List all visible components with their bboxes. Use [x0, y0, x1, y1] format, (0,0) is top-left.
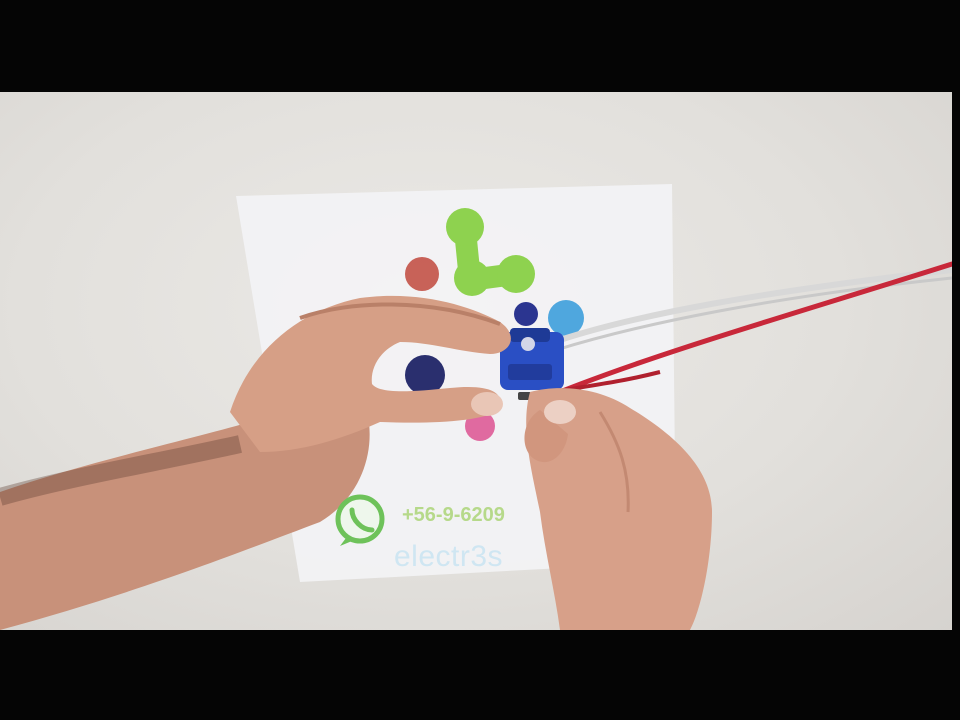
brand-text: electr3s	[394, 540, 504, 573]
right-hand	[524, 388, 712, 630]
video-frame: electr3s +56-9-6209	[0, 0, 960, 720]
video-scene: electr3s +56-9-6209	[0, 92, 952, 630]
phone-number-text: +56-9-6209	[402, 504, 505, 526]
